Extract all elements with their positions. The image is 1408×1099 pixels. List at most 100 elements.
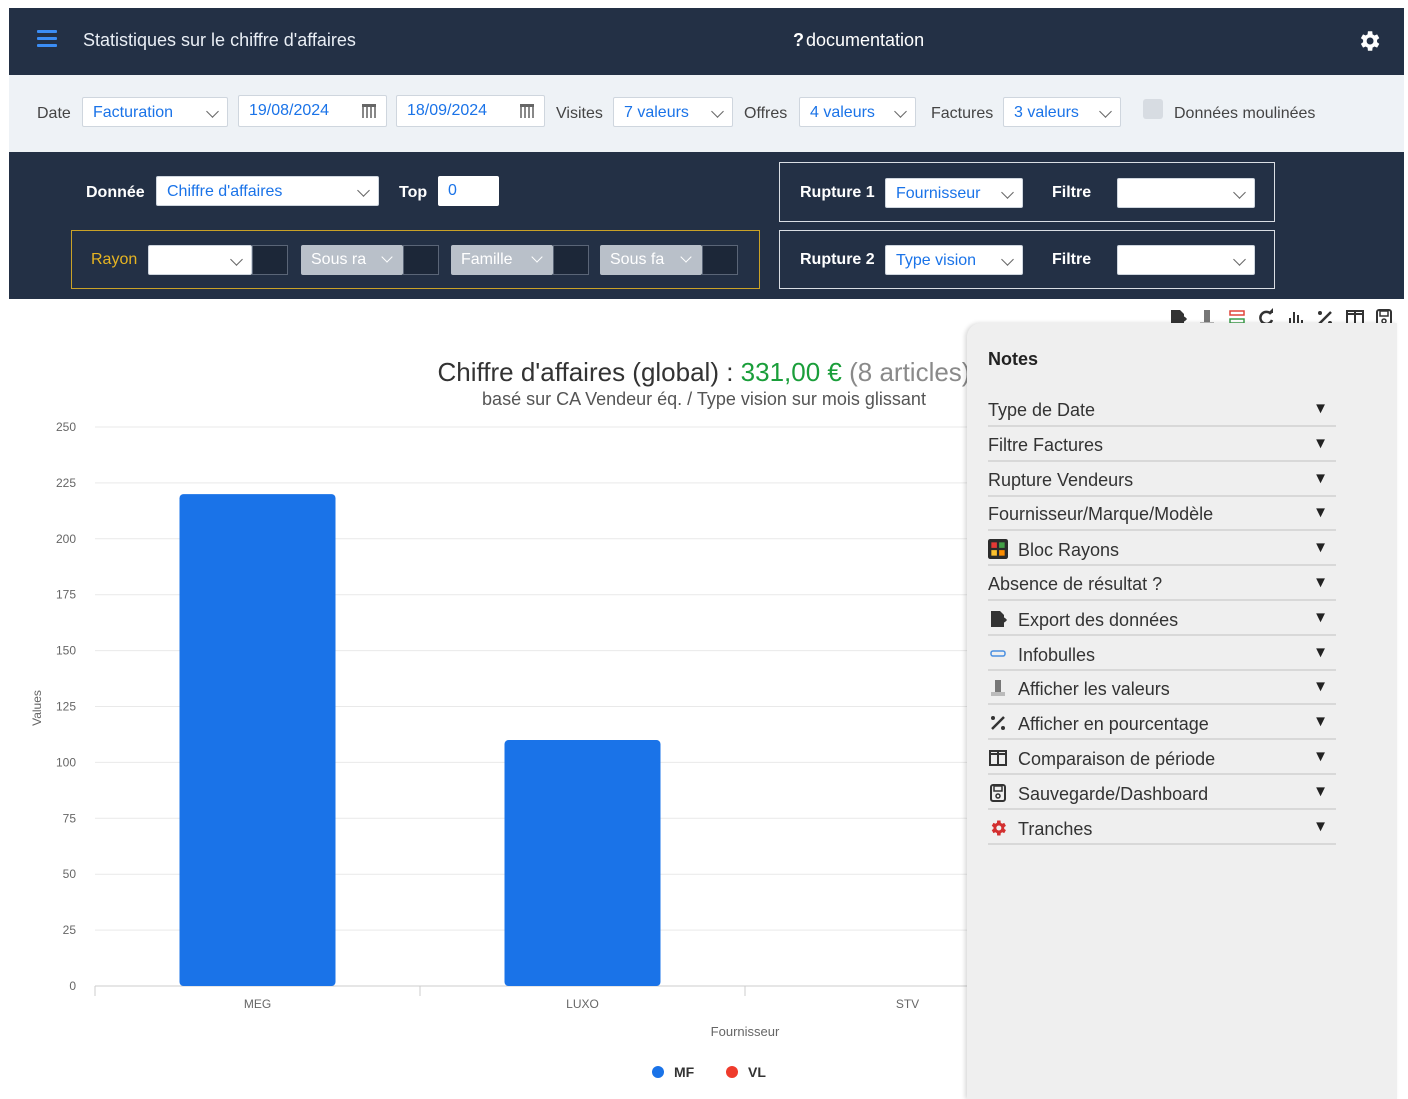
notes-item-label: Afficher les valeurs: [1018, 679, 1170, 700]
notes-item-label: Infobulles: [1018, 644, 1096, 665]
sous-rayon-value: Sous ra: [311, 251, 367, 268]
notes-item[interactable]: Export des données ▼: [988, 603, 1336, 636]
notes-item-label: Comparaison de période: [1018, 749, 1216, 769]
sous-rayon-extra[interactable]: [403, 245, 439, 275]
rupture2-select[interactable]: Type vision: [885, 245, 1023, 275]
expand-arrow-icon: ▼: [1313, 504, 1328, 522]
documentation-label: documentation: [806, 30, 925, 50]
rupture1-label: Rupture 1: [800, 184, 875, 201]
filtre2-select[interactable]: [1117, 245, 1255, 275]
rayon-extra[interactable]: [252, 245, 288, 275]
rayon-select[interactable]: [148, 245, 252, 275]
notes-item[interactable]: Fournisseur/Marque/Modèle ▼: [988, 498, 1336, 532]
y-tick-label: 50: [63, 867, 77, 881]
notes-item[interactable]: Sauvegarde/Dashboard ▼: [988, 777, 1336, 810]
legend-label: MF: [674, 1064, 695, 1080]
date-from-input[interactable]: 19/08/2024: [238, 95, 387, 127]
notes-item[interactable]: Filtre Factures ▼: [988, 429, 1336, 462]
notes-item[interactable]: Type de Date ▼: [988, 394, 1336, 427]
date-to-input[interactable]: 18/09/2024: [396, 95, 545, 127]
notes-item[interactable]: Comparaison de période ▼: [988, 742, 1336, 775]
gear-icon[interactable]: [1356, 28, 1382, 54]
offres-select[interactable]: 4 valeurs: [799, 97, 916, 127]
donnees-moulinees-label: Données moulinées: [1174, 105, 1316, 122]
sous-famille-extra[interactable]: [702, 245, 738, 275]
notes-item[interactable]: Infobulles ▼: [988, 638, 1336, 671]
notes-item[interactable]: Afficher en pourcentage ▼: [988, 707, 1336, 741]
y-tick-label: 0: [69, 979, 76, 993]
legend-marker: [726, 1066, 738, 1078]
filter-bar: Date Facturation 19/08/2024 18/09/2024 V…: [9, 75, 1404, 152]
date-type-value: Facturation: [93, 104, 174, 121]
export-icon: [988, 609, 1008, 627]
y-axis-title: Values: [30, 690, 44, 726]
y-tick-label: 125: [56, 700, 76, 714]
calendar-icon[interactable]: [362, 104, 376, 118]
y-tick-label: 100: [56, 755, 76, 769]
x-tick-label: STV: [896, 997, 919, 1011]
expand-arrow-icon: ▼: [1313, 574, 1328, 591]
top-label: Top: [399, 184, 428, 201]
visites-select[interactable]: 7 valeurs: [613, 97, 733, 127]
filtre1-select[interactable]: [1117, 178, 1255, 208]
hamburger-menu-icon[interactable]: [37, 30, 57, 47]
notes-item-label: Sauvegarde/Dashboard: [1018, 783, 1209, 804]
notes-item-label: Bloc Rayons: [1018, 540, 1120, 561]
save-icon: [988, 783, 1008, 802]
notes-title: Notes: [988, 349, 1039, 369]
legend-marker: [652, 1066, 664, 1078]
date-from-value: 19/08/2024: [249, 102, 330, 119]
rupture2-block: Rupture 2 Type vision Filtre: [779, 230, 1275, 289]
documentation-link[interactable]: ? documentation: [793, 30, 924, 51]
notes-item-label: Tranches: [1018, 818, 1093, 839]
rupture2-label: Rupture 2: [800, 251, 875, 268]
rupture1-value: Fournisseur: [896, 185, 981, 202]
x-tick-label: LUXO: [566, 997, 599, 1011]
date-label: Date: [37, 105, 71, 122]
factures-value: 3 valeurs: [1014, 104, 1079, 121]
notes-item-label: Afficher en pourcentage: [1018, 714, 1209, 735]
famille-select[interactable]: Famille: [451, 245, 553, 275]
tranches-gear-icon: [988, 818, 1008, 836]
x-tick-label: MEG: [244, 997, 271, 1011]
notes-item[interactable]: Rupture Vendeurs ▼: [988, 464, 1336, 497]
sous-rayon-select[interactable]: Sous ra: [301, 245, 403, 275]
notes-item[interactable]: Absence de résultat ? ▼: [988, 568, 1336, 601]
tooltip-icon: [988, 644, 1008, 662]
expand-arrow-icon: ▼: [1313, 434, 1328, 452]
visites-label: Visites: [556, 105, 603, 122]
factures-select[interactable]: 3 valeurs: [1003, 97, 1121, 127]
expand-arrow-icon: ▼: [1313, 643, 1328, 661]
top-input[interactable]: 0: [438, 176, 499, 206]
percent-icon: [988, 713, 1008, 731]
rupture1-select[interactable]: Fournisseur: [885, 178, 1023, 208]
config-panel: Donnée Chiffre d'affaires Top 0 Rayon So…: [9, 152, 1404, 299]
donnees-moulinees-checkbox[interactable]: [1143, 99, 1163, 119]
values-icon: [988, 678, 1008, 697]
famille-value: Famille: [461, 251, 513, 268]
y-tick-label: 25: [63, 923, 77, 937]
notes-item[interactable]: Tranches ▼: [988, 812, 1336, 845]
y-tick-label: 75: [63, 811, 77, 825]
notes-item[interactable]: Afficher les valeurs ▼: [988, 672, 1336, 706]
legend-label: VL: [748, 1064, 766, 1080]
donnee-select[interactable]: Chiffre d'affaires: [156, 176, 379, 206]
compare-icon: [988, 748, 1008, 766]
sous-famille-value: Sous fa: [610, 251, 665, 268]
question-icon: ?: [793, 30, 804, 50]
rayon-label: Rayon: [91, 251, 138, 268]
donnee-label: Donnée: [86, 184, 145, 201]
date-type-select[interactable]: Facturation: [82, 97, 228, 127]
visites-value: 7 valeurs: [624, 104, 689, 121]
chart-title-prefix: Chiffre d'affaires (global) :: [437, 357, 741, 387]
chart-articles: (8 articles): [841, 357, 971, 387]
calendar-icon[interactable]: [520, 104, 534, 118]
notes-item[interactable]: Bloc Rayons ▼: [988, 533, 1336, 567]
filtre2-label: Filtre: [1052, 251, 1092, 268]
notes-item-label: Rupture Vendeurs: [988, 469, 1134, 490]
notes-item-label: Export des données: [1018, 609, 1179, 630]
expand-arrow-icon: ▼: [1313, 782, 1328, 800]
sous-famille-select[interactable]: Sous fa: [600, 245, 702, 275]
famille-extra[interactable]: [553, 245, 589, 275]
expand-arrow-icon: ▼: [1313, 400, 1328, 417]
